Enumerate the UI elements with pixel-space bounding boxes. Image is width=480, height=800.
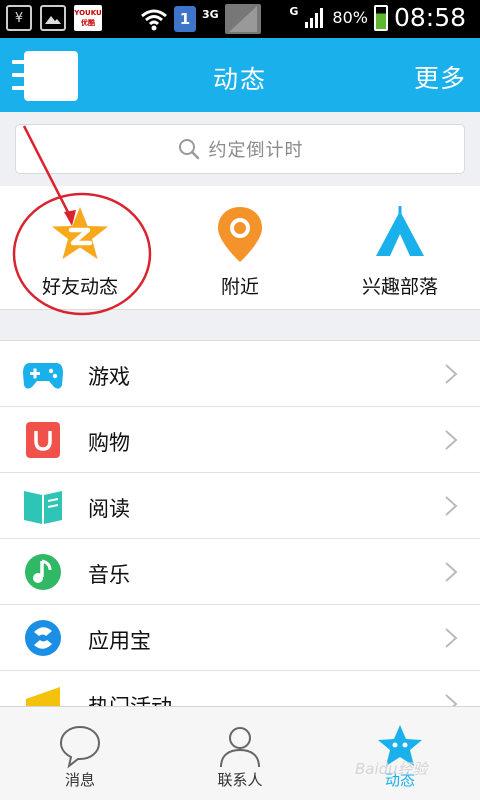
quick-tiles: 好友动态 附近 兴趣部落 [0,186,480,310]
battery-percent: 80% [332,8,368,27]
tribe-tent-icon [376,206,424,256]
shield-icon: ¥ [6,5,32,31]
list-item-label: 应用宝 [88,629,151,653]
book-icon [24,491,62,524]
wifi-icon [141,9,167,31]
feature-list: 游戏 购物 阅读 音乐 应用宝 [0,340,480,737]
contact-person-icon [220,727,260,768]
qzone-star-icon [52,207,108,259]
list-item-shopping[interactable]: 购物 [0,407,480,473]
chevron-right-icon [445,430,458,450]
music-note-icon [25,554,61,590]
network-g-label: G [289,5,299,18]
tab-messages[interactable]: 消息 [0,707,160,800]
location-pin-icon [218,207,262,262]
list-item-app-store[interactable]: 应用宝 [0,605,480,671]
tab-label: 消息 [64,771,95,789]
list-item-label: 购物 [88,431,130,455]
tile-nearby[interactable]: 附近 [160,186,320,310]
app-header: 动态 更多 [0,38,480,112]
list-item-music[interactable]: 音乐 [0,539,480,605]
chevron-right-icon [445,496,458,516]
image-icon [40,5,66,31]
tile-interest-tribe[interactable]: 兴趣部落 [320,186,480,310]
tab-dynamic[interactable]: 动态 [320,707,480,800]
shopping-bag-icon [26,422,60,458]
list-item-games[interactable]: 游戏 [0,341,480,407]
gamepad-icon [23,363,63,389]
battery-icon [373,4,388,31]
chevron-right-icon [445,628,458,648]
tile-friends-feed[interactable]: 好友动态 [0,186,160,310]
search-section: 约定倒计时 [0,112,480,186]
search-placeholder: 约定倒计时 [208,140,304,161]
app-store-icon [25,620,61,656]
signal-strength-icon [305,7,324,28]
network-3g-label: 3G [202,7,219,21]
page-title: 动态 [212,65,267,94]
tile-label: 好友动态 [41,276,118,298]
tile-label: 兴趣部落 [361,276,438,298]
chevron-right-icon [445,364,458,384]
signal-icon [224,4,261,34]
tile-label: 附近 [220,276,259,298]
chat-bubble-icon [59,725,101,769]
youku-icon: YOUKU 优酷 [74,5,102,31]
search-input[interactable]: 约定倒计时 [15,124,465,174]
tab-contacts[interactable]: 联系人 [160,707,320,800]
clock: 08:58 [393,3,466,32]
list-item-label: 游戏 [88,365,130,389]
star-dynamic-icon [378,725,422,766]
tab-label: 动态 [384,771,415,789]
status-bar: ¥ YOUKU 优酷 1 3G G 80% 08:58 [0,0,480,38]
tab-label: 联系人 [217,771,263,789]
list-item-reading[interactable]: 阅读 [0,473,480,539]
chevron-right-icon [445,562,458,582]
sim-badge: 1 [174,6,196,32]
list-item-label: 阅读 [88,497,130,521]
list-item-label: 音乐 [88,563,130,587]
search-icon [178,139,199,160]
bottom-tab-bar: 消息 联系人 动态 [0,706,480,800]
more-button[interactable]: 更多 [414,59,466,95]
